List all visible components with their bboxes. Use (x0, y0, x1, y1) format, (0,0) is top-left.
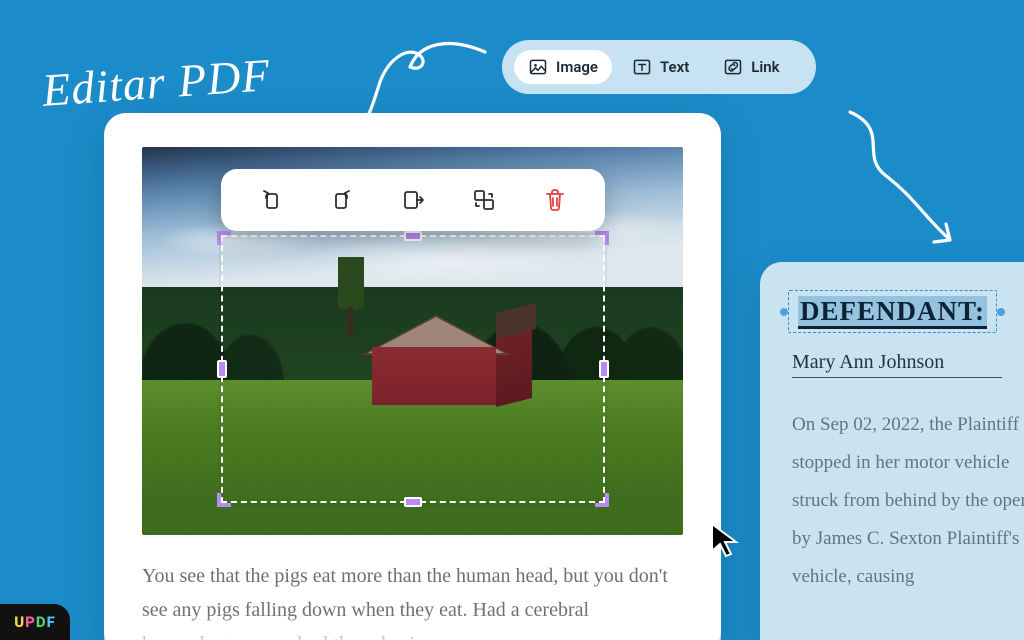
main-editor-card: You see that the pigs eat more than the … (104, 113, 721, 640)
replace-image-button[interactable] (461, 177, 507, 223)
crop-handle-bottom[interactable] (404, 497, 422, 507)
crop-handle-right[interactable] (599, 360, 609, 378)
fade-overlay-right (760, 592, 1024, 640)
crop-corner-bl[interactable] (217, 485, 239, 507)
delete-image-button[interactable] (532, 177, 578, 223)
crop-selection[interactable] (221, 235, 605, 503)
crop-corner-tr[interactable] (587, 231, 609, 253)
rotate-right-button[interactable] (319, 177, 365, 223)
crop-corner-br[interactable] (587, 485, 609, 507)
image-icon (528, 57, 548, 77)
selection-handle-left[interactable] (780, 308, 788, 316)
link-icon (723, 57, 743, 77)
text-icon (632, 57, 652, 77)
image-toolbar (221, 169, 605, 231)
selection-handle-right[interactable] (997, 308, 1005, 316)
fade-overlay (104, 613, 721, 640)
mode-text-label: Text (660, 58, 689, 76)
mode-link-button[interactable]: Link (709, 50, 793, 84)
defendant-name[interactable]: Mary Ann Johnson (792, 351, 1002, 378)
updf-logo: UPDF (0, 604, 70, 640)
mode-toolbar: Image Text Link (502, 40, 816, 94)
paragraph-text[interactable]: On Sep 02, 2022, the Plaintiff stopped i… (792, 406, 1024, 596)
extract-image-button[interactable] (390, 177, 436, 223)
crop-corner-tl[interactable] (217, 231, 239, 253)
crop-handle-left[interactable] (217, 360, 227, 378)
heading-selection[interactable]: DEFENDANT: (792, 294, 993, 329)
image-edit-area[interactable] (142, 147, 683, 535)
mode-image-label: Image (556, 58, 598, 76)
crop-handle-top[interactable] (404, 231, 422, 241)
page-title: Editar PDF (40, 48, 272, 117)
cursor-icon (709, 521, 743, 559)
mode-text-button[interactable]: Text (618, 50, 703, 84)
mode-link-label: Link (751, 58, 779, 76)
rotate-left-button[interactable] (248, 177, 294, 223)
mode-image-button[interactable]: Image (514, 50, 612, 84)
arrow-decoration-2 (830, 100, 990, 260)
text-edit-card: DEFENDANT: Mary Ann Johnson On Sep 02, 2… (760, 262, 1024, 640)
